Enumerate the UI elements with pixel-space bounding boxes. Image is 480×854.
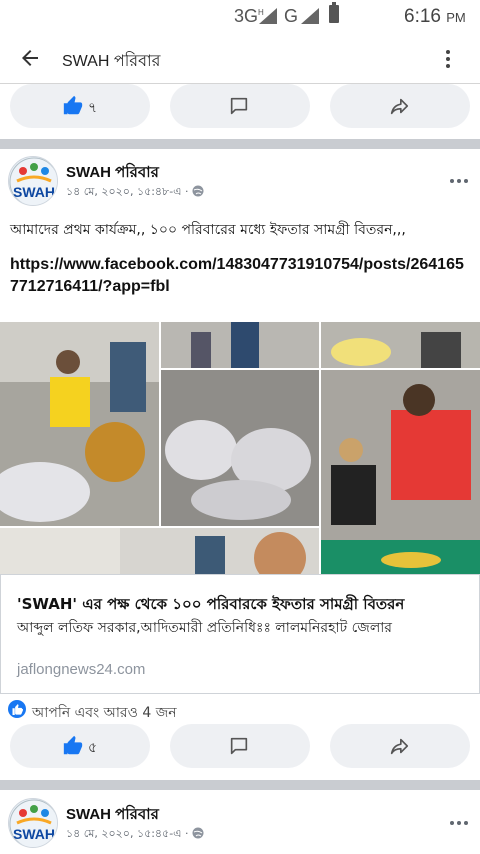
- photo-2[interactable]: [161, 322, 319, 368]
- comment-icon: [230, 737, 248, 755]
- link-subtitle: আব্দুল লতিফ সরকার,আদিতমারী প্রতিনিধিঃঃ ল…: [17, 620, 393, 636]
- link-title: 'SWAH' এর পক্ষ থেকে ১০০ পরিবারকে ইফতার স…: [17, 595, 405, 613]
- clock: 6:16 PM: [404, 6, 466, 27]
- avatar-logo-text: SWAH: [13, 826, 55, 842]
- comment-icon: [230, 97, 248, 115]
- comment-button[interactable]: [170, 84, 310, 128]
- like-count: ৭: [88, 100, 98, 116]
- post-separator: [0, 139, 480, 149]
- like-count: ৫: [88, 740, 98, 756]
- share-icon: [390, 738, 409, 755]
- photo-grid[interactable]: [0, 322, 480, 574]
- like-button[interactable]: ৭: [10, 84, 150, 128]
- comment-button[interactable]: [170, 724, 310, 768]
- status-bar: 3GH G 6:16 PM: [0, 0, 480, 34]
- globe-icon: [192, 185, 204, 197]
- avatar-logo-text: SWAH: [13, 184, 55, 200]
- post-text: আমাদের প্রথম কার্যক্রম,, ১০০ পরিবারের মধ…: [10, 222, 406, 238]
- avatar[interactable]: SWAH: [8, 156, 58, 206]
- thumbs-up-icon: [63, 95, 83, 115]
- share-button[interactable]: [330, 724, 470, 768]
- thumbs-up-icon: [63, 735, 83, 755]
- globe-icon: [192, 827, 204, 839]
- post-more-icon[interactable]: [450, 810, 472, 825]
- post-more-icon[interactable]: [450, 168, 472, 183]
- avatar[interactable]: SWAH: [8, 798, 58, 848]
- more-options-icon[interactable]: [440, 48, 456, 70]
- post-header: SWAH SWAH পরিবার ১৪ মে, ২০২০, ১৫:৪৫-এ ·: [0, 798, 480, 854]
- share-button[interactable]: [330, 84, 470, 128]
- photo-1[interactable]: [0, 322, 159, 526]
- battery-icon: [329, 2, 339, 23]
- back-arrow-icon[interactable]: [18, 46, 42, 70]
- signal-icon: [259, 8, 277, 24]
- link-preview-card[interactable]: 'SWAH' এর পক্ষ থেকে ১০০ পরিবারকে ইফতার স…: [0, 574, 480, 694]
- like-button[interactable]: ৫: [10, 724, 150, 768]
- post-date: ১৪ মে, ২০২০, ১৫:৪৫-এ ·: [66, 825, 204, 844]
- reactions-text: আপনি এবং আরও 4 জন: [32, 705, 177, 721]
- page-title: SWAH পরিবার: [62, 53, 161, 70]
- app-header: SWAH পরিবার: [0, 34, 480, 84]
- photo-5[interactable]: [321, 370, 480, 574]
- photo-3[interactable]: [321, 322, 480, 368]
- photo-4[interactable]: [161, 370, 319, 526]
- network-g-indicator: G: [284, 6, 299, 26]
- post-link[interactable]: https://www.facebook.com/148304773191075…: [10, 254, 472, 298]
- link-domain: jaflongnews24.com: [17, 661, 146, 678]
- share-icon: [390, 98, 409, 115]
- like-reaction-icon: [8, 700, 26, 718]
- photo-6[interactable]: [0, 528, 319, 574]
- post-date: ১৪ মে, ২০২০, ১৫:৪৮-এ ·: [66, 183, 204, 202]
- post-separator: [0, 780, 480, 790]
- post-header: SWAH SWAH পরিবার ১৪ মে, ২০২০, ১৫:৪৮-এ ·: [0, 156, 480, 216]
- signal-icon-2: [301, 8, 319, 24]
